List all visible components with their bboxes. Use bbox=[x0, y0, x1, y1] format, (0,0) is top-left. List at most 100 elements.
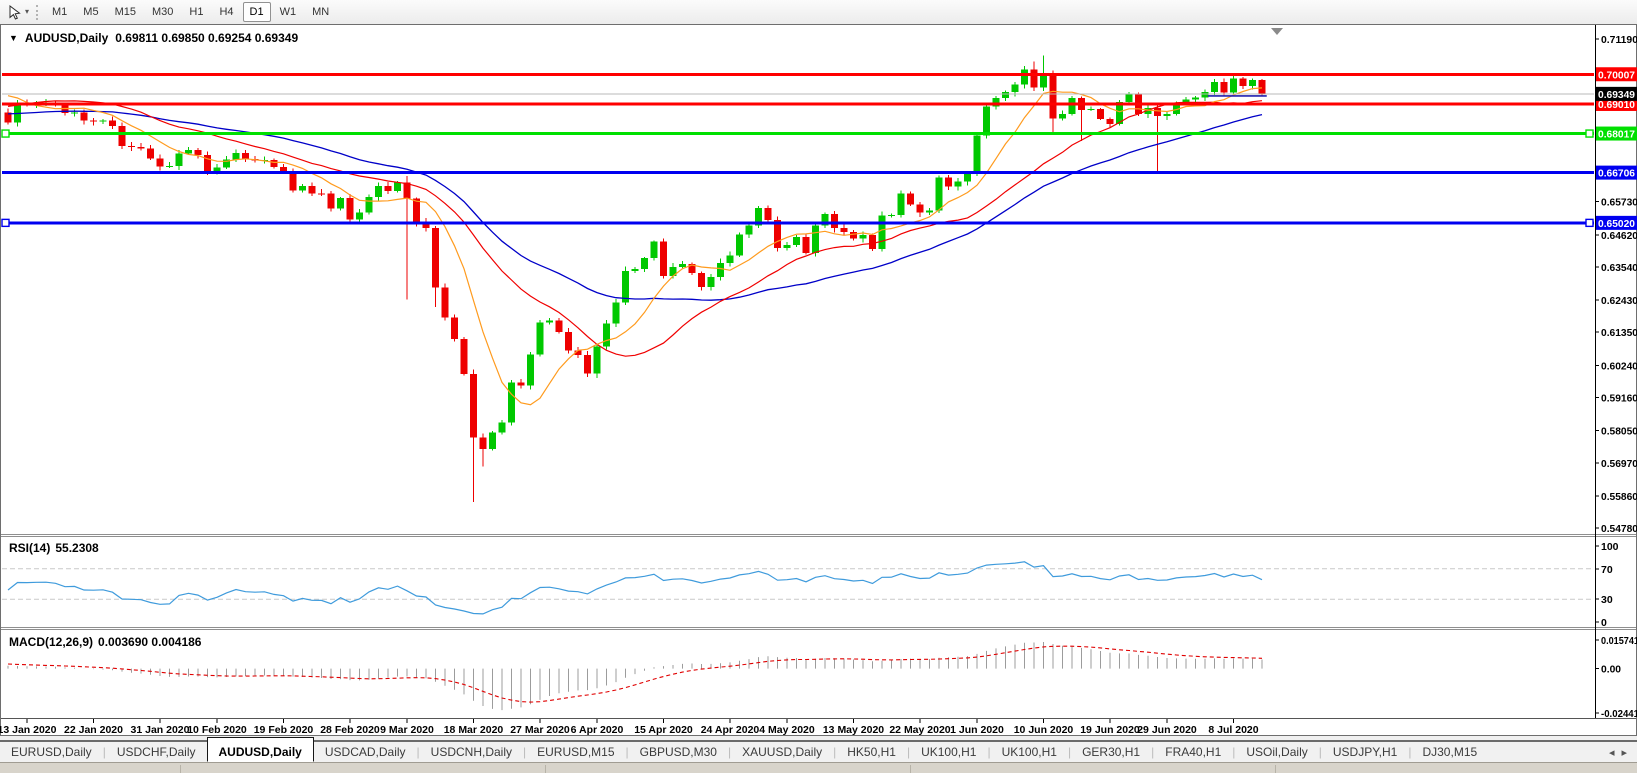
line-selection-handle[interactable] bbox=[2, 219, 9, 226]
tab-eurusd-daily[interactable]: EURUSD,Daily bbox=[0, 742, 103, 762]
cursor-tool-icon bbox=[8, 5, 22, 20]
candle-body bbox=[413, 199, 420, 223]
candle-body bbox=[1031, 70, 1038, 88]
tab-uk100-h1[interactable]: UK100,H1 bbox=[991, 742, 1068, 762]
candle-body bbox=[461, 339, 468, 374]
price-tick-label: 0.60240 bbox=[1601, 360, 1637, 372]
candle-body bbox=[1002, 92, 1009, 98]
tab-usdcad-daily[interactable]: USDCAD,Daily bbox=[314, 742, 417, 762]
candle-body bbox=[860, 235, 867, 239]
candle-body bbox=[375, 186, 382, 197]
cursor-tool-button[interactable]: ▾ bbox=[5, 3, 32, 22]
tf-button-mn[interactable]: MN bbox=[305, 2, 336, 22]
candle-body bbox=[1164, 114, 1171, 116]
hline-price-badge-label: 0.70007 bbox=[1598, 69, 1635, 81]
candle-body bbox=[138, 147, 145, 148]
line-selection-handle[interactable] bbox=[1586, 219, 1593, 226]
tab-dj30-m15[interactable]: DJ30,M15 bbox=[1411, 742, 1488, 762]
candle-body bbox=[1021, 70, 1028, 85]
tab-gbpusd-m30[interactable]: GBPUSD,M30 bbox=[629, 742, 728, 762]
date-tick-label: 27 Mar 2020 bbox=[510, 724, 570, 736]
tab-audusd-daily[interactable]: AUDUSD,Daily bbox=[207, 737, 314, 762]
tab-usdchf-daily[interactable]: USDCHF,Daily bbox=[106, 742, 207, 762]
toolbar-grip[interactable] bbox=[36, 5, 38, 20]
candle-body bbox=[907, 193, 914, 204]
tf-button-w1[interactable]: W1 bbox=[273, 2, 304, 22]
tab-fra40-h1[interactable]: FRA40,H1 bbox=[1154, 742, 1232, 762]
candle-body bbox=[347, 198, 354, 219]
candle-body bbox=[309, 186, 316, 193]
candle-body bbox=[1107, 119, 1114, 124]
macd-indicator-label: MACD(12,26,9)0.003690 0.004186 bbox=[9, 635, 206, 649]
candle-body bbox=[128, 146, 135, 147]
tf-button-m5[interactable]: M5 bbox=[76, 2, 105, 22]
candle-body bbox=[166, 166, 173, 167]
current-price-badge-label: 0.69349 bbox=[1598, 89, 1635, 101]
candle-body bbox=[442, 288, 449, 318]
tab-uk100-h1[interactable]: UK100,H1 bbox=[910, 742, 987, 762]
tab-scroll-arrows: ◂▸ bbox=[1602, 742, 1627, 762]
candle-body bbox=[1249, 80, 1256, 86]
price-tick-label: 0.56970 bbox=[1601, 458, 1637, 470]
date-tick-label: 1 Jun 2020 bbox=[950, 724, 1004, 736]
price-tick-label: 0.61350 bbox=[1601, 327, 1637, 339]
tab-xauusd-daily[interactable]: XAUUSD,Daily bbox=[731, 742, 833, 762]
candle-body bbox=[831, 214, 838, 228]
tab-usdcnh-daily[interactable]: USDCNH,Daily bbox=[420, 742, 523, 762]
candle-body bbox=[869, 235, 876, 249]
candle-body bbox=[793, 237, 800, 245]
candle-body bbox=[765, 208, 772, 220]
chevron-down-icon[interactable]: ▾ bbox=[25, 8, 29, 16]
candle-body bbox=[81, 112, 88, 120]
tf-button-h1[interactable]: H1 bbox=[182, 2, 210, 22]
candle-body bbox=[119, 126, 126, 146]
candle-body bbox=[546, 321, 553, 323]
price-tick-label: 0.59160 bbox=[1601, 392, 1637, 404]
date-tick-label: 6 Apr 2020 bbox=[571, 724, 624, 736]
tab-scroll-left-icon[interactable]: ◂ bbox=[1609, 747, 1615, 759]
tab-usdjpy-h1[interactable]: USDJPY,H1 bbox=[1322, 742, 1408, 762]
candle-body bbox=[708, 277, 715, 287]
candle-body bbox=[518, 382, 525, 385]
candle-body bbox=[556, 321, 563, 333]
candle-body bbox=[280, 167, 287, 171]
candle-body bbox=[945, 178, 952, 187]
tab-usoil-daily[interactable]: USOil,Daily bbox=[1235, 742, 1318, 762]
candle-body bbox=[90, 121, 97, 122]
tf-button-h4[interactable]: H4 bbox=[212, 2, 240, 22]
tf-button-m30[interactable]: M30 bbox=[145, 2, 180, 22]
candle-body bbox=[109, 121, 116, 126]
symbol-collapse-icon[interactable]: ▼ bbox=[9, 33, 18, 43]
tf-button-m1[interactable]: M1 bbox=[45, 2, 74, 22]
candle-body bbox=[660, 242, 667, 277]
tab-eurusd-m15[interactable]: EURUSD,M15 bbox=[526, 742, 625, 762]
date-tick-label: 18 Mar 2020 bbox=[444, 724, 504, 736]
tf-button-m15[interactable]: M15 bbox=[108, 2, 143, 22]
candle-body bbox=[964, 174, 971, 182]
candle-body bbox=[955, 181, 962, 186]
candle-body bbox=[1211, 82, 1218, 92]
candle-body bbox=[499, 423, 506, 433]
top-toolbar: ▾ M1M5M15M30H1H4D1W1MN bbox=[0, 0, 1637, 25]
tf-button-d1[interactable]: D1 bbox=[243, 2, 271, 22]
candle-body bbox=[983, 106, 990, 135]
tab-scroll-right-icon[interactable]: ▸ bbox=[1621, 747, 1627, 759]
price-tick-label: 0.71190 bbox=[1601, 34, 1637, 46]
tab-ger30-h1[interactable]: GER30,H1 bbox=[1071, 742, 1151, 762]
macd-tick-label: 0.00 bbox=[1601, 664, 1621, 676]
candle-body bbox=[936, 178, 943, 211]
candle-body bbox=[147, 148, 154, 158]
candle-body bbox=[328, 194, 335, 209]
candle-body bbox=[632, 269, 639, 271]
date-tick-label: 9 Mar 2020 bbox=[380, 724, 434, 736]
candle-body bbox=[679, 264, 686, 267]
candle-body bbox=[1259, 80, 1266, 94]
status-bar bbox=[0, 762, 1637, 773]
macd-name: MACD(12,26,9) bbox=[9, 635, 93, 649]
hline-price-badge-label: 0.66706 bbox=[1598, 168, 1635, 180]
symbol-ohlc-values: 0.69811 0.69850 0.69254 0.69349 bbox=[115, 31, 298, 45]
tab-hk50-h1[interactable]: HK50,H1 bbox=[836, 742, 907, 762]
line-selection-handle[interactable] bbox=[1586, 130, 1593, 137]
date-tick-label: 19 Jun 2020 bbox=[1080, 724, 1140, 736]
line-selection-handle[interactable] bbox=[2, 130, 9, 137]
